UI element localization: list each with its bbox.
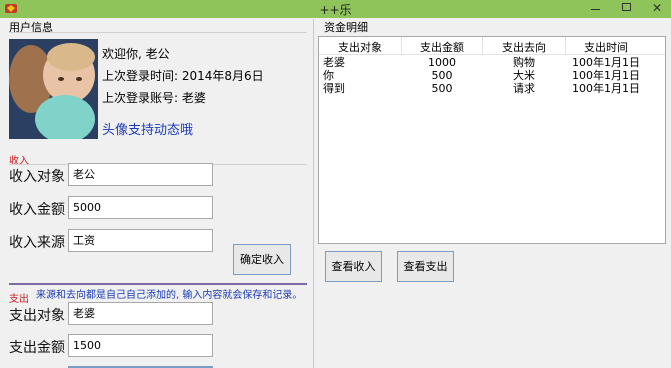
cell-time: 100年1月1日: [572, 69, 640, 82]
panel-separator: [313, 19, 314, 368]
cell-amount: 1000: [428, 56, 456, 69]
title-bar: ++乐 ✕: [0, 0, 671, 18]
expense-amount-field[interactable]: 1500: [68, 334, 213, 357]
expense-target-field[interactable]: 老婆: [68, 302, 213, 325]
cell-target: 得到: [323, 82, 345, 95]
income-source-field[interactable]: 工资: [68, 229, 213, 252]
cell-target: 你: [323, 69, 334, 82]
welcome-text: 欢迎你, 老公: [102, 47, 170, 61]
close-button[interactable]: ✕: [641, 0, 671, 18]
expense-group-label: 支出: [9, 294, 29, 305]
income-amount-field[interactable]: 5000: [68, 196, 213, 219]
expense-note: 来源和去向都是自己自己添加的, 输入内容就会保存和记录。: [36, 290, 303, 301]
table-row[interactable]: 得到 500 请求 100年1月1日: [319, 82, 665, 95]
cell-time: 100年1月1日: [572, 82, 640, 95]
minimize-icon: [591, 9, 600, 10]
close-icon: ✕: [652, 1, 663, 15]
cell-amount: 500: [431, 69, 453, 82]
cell-destination: 大米: [513, 69, 535, 82]
column-header-target[interactable]: 支出对象: [319, 39, 401, 55]
income-amount-label: 收入金额: [9, 202, 65, 218]
column-header-amount[interactable]: 支出金额: [402, 39, 482, 55]
funds-table[interactable]: 支出对象 支出金额 支出去向 支出时间 老婆 1000 购物 100年1月1日 …: [318, 36, 666, 244]
avatar-image: [9, 39, 98, 139]
user-info-divider: [9, 32, 307, 33]
expense-target-label: 支出对象: [9, 308, 65, 324]
expense-amount-label: 支出金额: [9, 340, 65, 356]
cell-destination: 请求: [513, 82, 535, 95]
income-target-label: 收入对象: [9, 169, 65, 185]
last-login-time: 上次登录时间: 2014年8月6日: [102, 69, 264, 83]
cell-destination: 购物: [513, 56, 535, 69]
funds-group-label: 资金明细: [324, 21, 368, 34]
window-title: ++乐: [319, 3, 352, 17]
cell-time: 100年1月1日: [572, 56, 640, 69]
minimize-button[interactable]: [581, 0, 611, 18]
column-header-destination[interactable]: 支出去向: [483, 39, 565, 55]
table-row[interactable]: 你 500 大米 100年1月1日: [319, 69, 665, 82]
cell-amount: 500: [431, 82, 453, 95]
avatar: [9, 39, 98, 139]
income-target-field[interactable]: 老公: [68, 163, 213, 186]
column-header-time[interactable]: 支出时间: [566, 39, 646, 55]
maximize-icon: [622, 3, 631, 11]
funds-table-header: 支出对象 支出金额 支出去向 支出时间: [319, 37, 665, 55]
view-expense-button[interactable]: 查看支出: [397, 251, 454, 282]
income-source-label: 收入来源: [9, 235, 65, 251]
view-income-button[interactable]: 查看收入: [325, 251, 382, 282]
last-login-account: 上次登录账号: 老婆: [102, 91, 206, 105]
table-row[interactable]: 老婆 1000 购物 100年1月1日: [319, 56, 665, 69]
confirm-income-button[interactable]: 确定收入: [233, 244, 291, 275]
expense-divider: [9, 283, 307, 285]
avatar-note: 头像支持动态哦: [102, 123, 194, 138]
maximize-button[interactable]: [612, 0, 642, 18]
cell-target: 老婆: [323, 56, 345, 69]
